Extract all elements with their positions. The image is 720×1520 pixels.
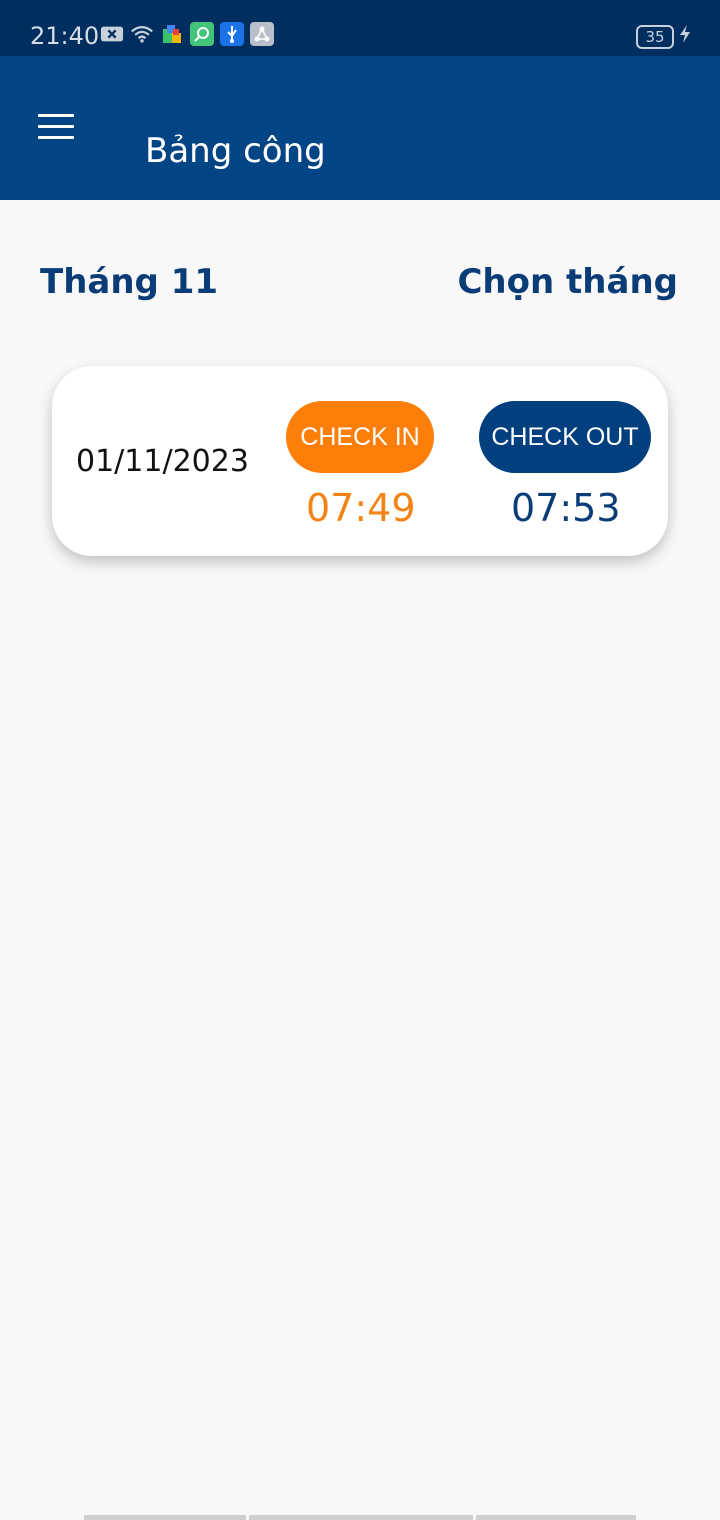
status-bar: 21:40 35	[0, 0, 720, 56]
puzzle-icon	[160, 22, 184, 46]
app-bar: Bảng công	[0, 56, 720, 200]
search-app-icon	[190, 22, 214, 46]
check-out-time: 07:53	[511, 486, 621, 530]
check-in-time: 07:49	[306, 486, 416, 530]
camera-x-icon	[100, 22, 124, 46]
check-out-button[interactable]: CHECK OUT	[479, 401, 651, 473]
usb-icon	[220, 22, 244, 46]
pick-month-button[interactable]: Chọn tháng	[457, 262, 678, 302]
share-icon	[250, 22, 274, 46]
navigation-handle[interactable]	[84, 1515, 636, 1520]
current-month-label: Tháng 11	[40, 262, 219, 302]
check-in-button[interactable]: CHECK IN	[286, 401, 434, 473]
page-title: Bảng công	[145, 130, 326, 171]
status-time: 21:40	[30, 22, 100, 50]
hamburger-menu-icon[interactable]	[38, 114, 74, 142]
battery-level: 35	[636, 24, 674, 49]
wifi-icon	[130, 22, 154, 46]
attendance-card: 01/11/2023 CHECK IN 07:49 CHECK OUT 07:5…	[52, 366, 668, 556]
attendance-date: 01/11/2023	[76, 444, 249, 479]
status-icons	[100, 22, 274, 46]
charging-icon	[678, 24, 692, 49]
battery-indicator: 35	[636, 24, 692, 49]
